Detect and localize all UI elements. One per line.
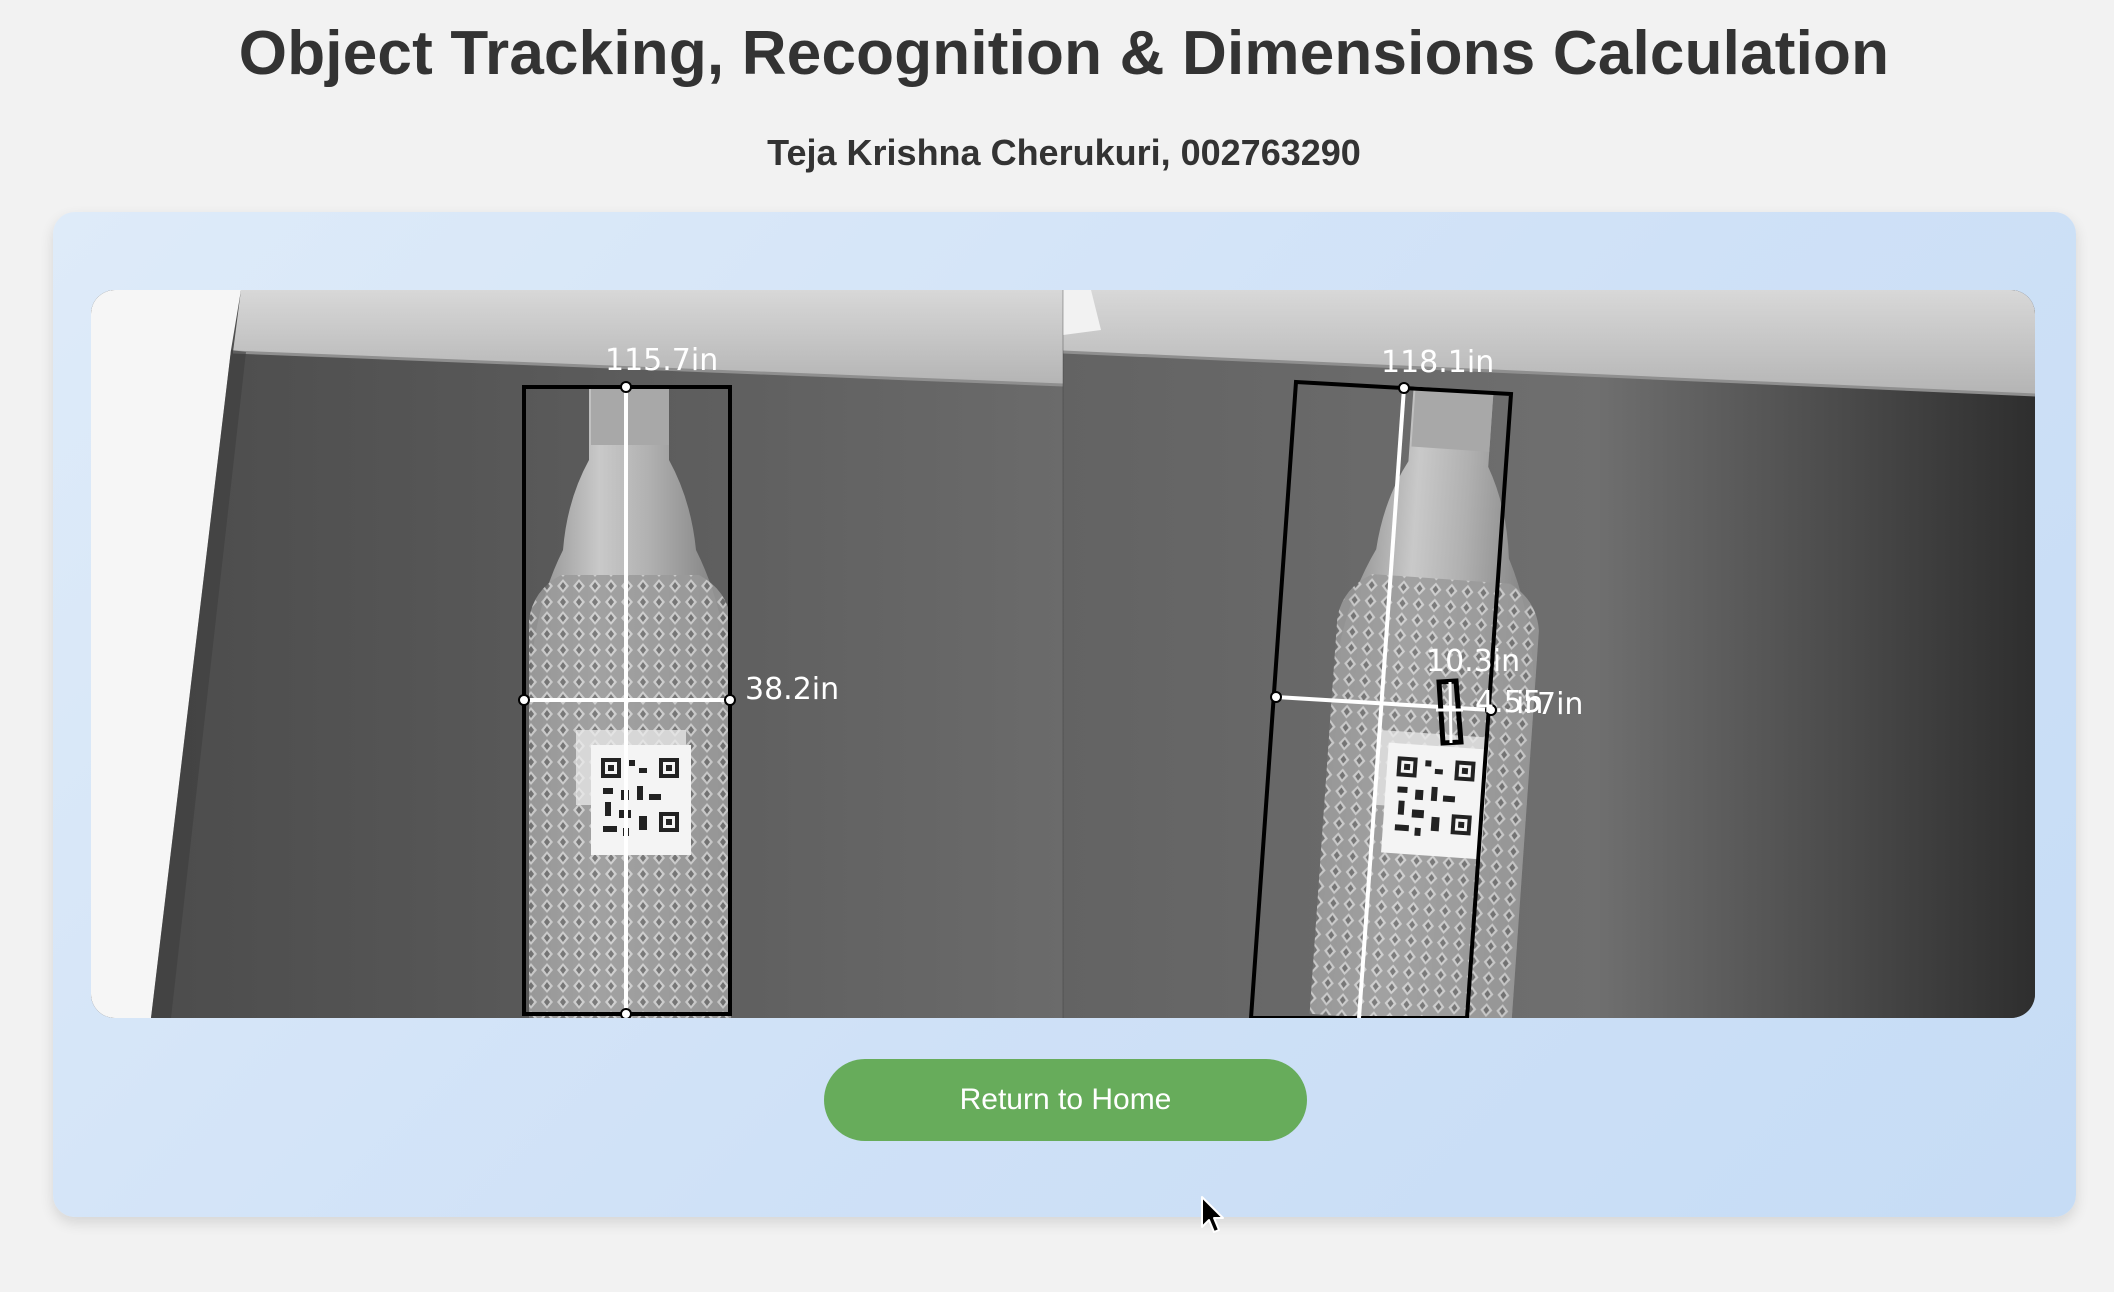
video-feed: 115.7in 38.2in 118.1in 10.3in 4.55 in 7i… <box>91 290 2035 1018</box>
right-small-label-c: 7in <box>1537 687 1583 722</box>
left-width-label: 38.2in <box>745 672 839 707</box>
right-camera-frame: 118.1in 10.3in 4.55 in 7in <box>1063 290 2035 1018</box>
right-height-label: 118.1in <box>1381 345 1494 380</box>
right-width-label: 10.3in <box>1426 644 1520 679</box>
mouse-cursor-icon <box>1201 1196 1224 1233</box>
left-camera-frame: 115.7in 38.2in <box>91 290 1063 1018</box>
page-title: Object Tracking, Recognition & Dimension… <box>238 19 1890 88</box>
left-height-label: 115.7in <box>605 343 718 378</box>
content-panel: 115.7in 38.2in 118.1in 10.3in 4.55 in 7i… <box>53 212 2076 1217</box>
return-home-button[interactable]: Return to Home <box>824 1059 1307 1141</box>
author-subtitle: Teja Krishna Cherukuri, 002763290 <box>767 132 1361 173</box>
